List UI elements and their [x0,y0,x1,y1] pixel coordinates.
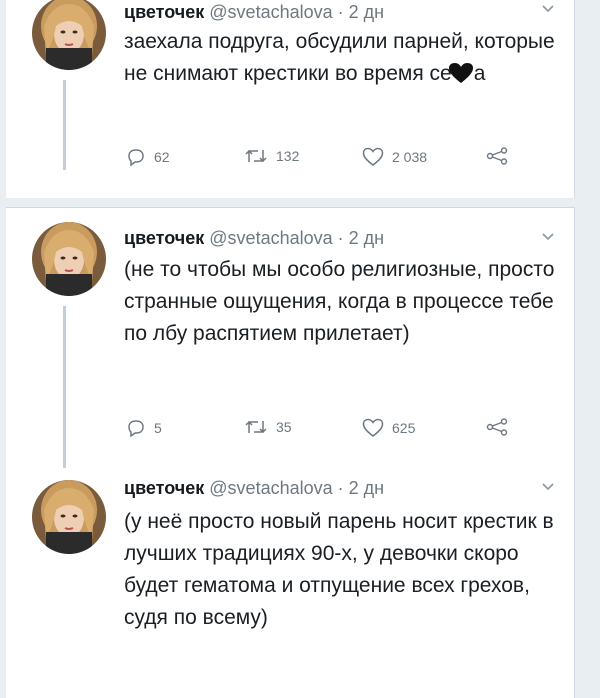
thread-line [63,80,66,170]
like-count: 625 [392,420,416,436]
timestamp[interactable]: · 2 дн [338,228,384,248]
retweet-count: 132 [276,148,300,164]
like-button[interactable]: 625 [362,418,415,438]
reply-count: 5 [154,420,162,436]
tweet-text: заехала подруга, обсудили парней, которы… [124,26,564,94]
avatar[interactable] [32,0,106,70]
heart-icon [362,147,384,166]
like-count: 2 038 [392,149,428,165]
share-icon [486,147,508,165]
display-name[interactable]: цветочек [124,228,204,248]
reply-icon [128,149,144,167]
tweet-text-tail: а [473,62,486,85]
timestamp[interactable]: · 2 дн [338,478,384,498]
reply-button[interactable]: 62 [126,147,170,167]
chevron-down-icon[interactable] [542,478,554,494]
reply-icon [128,420,144,438]
display-name[interactable]: цветочек [124,478,204,498]
retweet-count: 35 [276,419,292,435]
retweet-icon [245,149,267,163]
share-button[interactable] [486,147,508,165]
share-button[interactable] [486,418,508,436]
tweet-header: цветочек @svetachalova · 2 дн [124,478,384,499]
retweet-button[interactable]: 35 [244,418,292,436]
tweet-header: цветочек @svetachalova · 2 дн [124,228,384,249]
retweet-button[interactable]: 132 [244,147,299,165]
share-icon [486,418,508,436]
avatar[interactable] [32,480,106,554]
timestamp[interactable]: · 2 дн [338,2,384,22]
black-heart-icon [448,62,474,94]
tweet-text-main: заехала подруга, обсудили парней, которы… [124,30,555,85]
tweet-text: (у неё просто новый парень носит крестик… [124,510,554,629]
handle[interactable]: @svetachalova [209,2,332,22]
retweet-icon [245,420,267,434]
handle[interactable]: @svetachalova [209,478,332,498]
chevron-down-icon[interactable] [542,0,554,16]
tweet-actions: 62 132 2 038 [124,147,544,169]
tweet-actions: 5 35 625 [124,418,544,440]
tweet-card-2[interactable]: цветочек @svetachalova · 2 дн (не то что… [6,207,575,698]
tweet-text: (не то чтобы мы особо религиозные, прост… [124,258,555,345]
heart-icon [362,418,384,437]
like-button[interactable]: 2 038 [362,147,427,167]
reply-button[interactable]: 5 [126,418,162,438]
thread-line [63,306,66,468]
display-name[interactable]: цветочек [124,2,204,22]
handle[interactable]: @svetachalova [209,228,332,248]
chevron-down-icon[interactable] [542,228,554,244]
tweet-header: цветочек @svetachalova · 2 дн [124,2,384,23]
reply-count: 62 [154,149,170,165]
tweet-card-1[interactable]: цветочек @svetachalova · 2 дн заехала по… [6,0,575,198]
avatar[interactable] [32,222,106,296]
